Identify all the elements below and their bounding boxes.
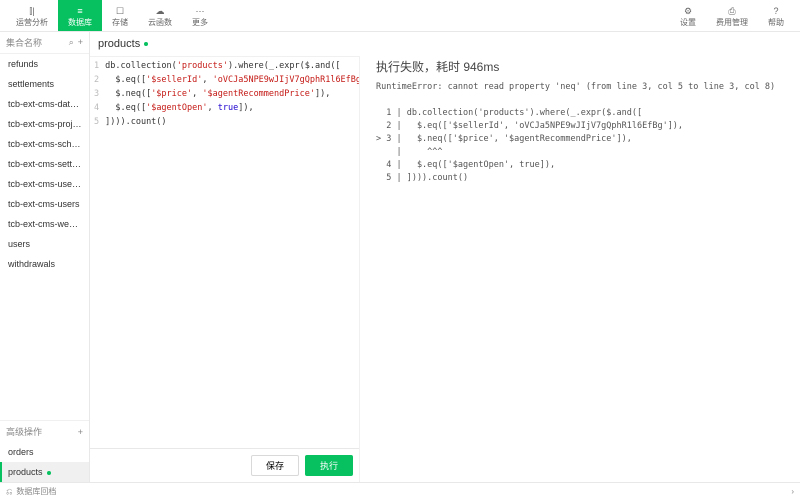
restore-icon[interactable]: ⎌ <box>6 487 12 497</box>
chevron-right-icon[interactable]: › <box>791 487 794 496</box>
tool-db[interactable]: ≡数据库 <box>58 0 102 31</box>
tool-billing[interactable]: ⎙费用管理 <box>706 0 758 31</box>
help-icon: ? <box>769 4 783 18</box>
sidebar-header: 集合名称 ⌕ + <box>0 32 89 54</box>
code-line[interactable]: db.collection('products').where(_.expr($… <box>105 59 359 73</box>
collections-list: refundssettlementstcb-ext-cms-data-...tc… <box>0 54 89 420</box>
advanced-item[interactable]: products <box>0 462 89 482</box>
collection-item[interactable]: users <box>0 234 89 254</box>
fn-icon: ☁ <box>153 4 167 18</box>
tool-label: 云函数 <box>148 19 172 27</box>
collection-item[interactable]: tcb-ext-cms-settings <box>0 154 89 174</box>
tool-label: 更多 <box>192 19 208 27</box>
advanced-list: ordersproducts <box>0 442 89 482</box>
collection-item[interactable]: tcb-ext-cms-schem... <box>0 134 89 154</box>
tool-label: 运营分析 <box>16 19 48 27</box>
code-line[interactable]: $.eq(['$agentOpen', true]), <box>105 101 359 115</box>
code-panel: 12345 db.collection('products').where(_.… <box>90 56 360 482</box>
code-line[interactable]: $.neq(['$price', '$agentRecommendPrice']… <box>105 87 359 101</box>
tool-box[interactable]: ☐存储 <box>102 0 138 31</box>
line-gutter: 12345 <box>90 59 105 446</box>
chart-icon: ⫿| <box>25 4 39 18</box>
collection-item[interactable]: tcb-ext-cms-user-r... <box>0 174 89 194</box>
collection-item[interactable]: withdrawals <box>0 254 89 274</box>
toolbar-left: ⫿|运营分析≡数据库☐存储☁云函数⋯更多 <box>6 0 218 31</box>
advanced-label: 高级操作 <box>6 425 42 438</box>
collection-item[interactable]: tcb-ext-cms-projects <box>0 114 89 134</box>
tool-label: 存储 <box>112 19 128 27</box>
output-body: RuntimeError: cannot read property 'neq'… <box>376 81 792 474</box>
tool-gear[interactable]: ⚙设置 <box>670 0 706 31</box>
advanced-header: 高级操作 + <box>0 420 89 442</box>
editor-title: products <box>98 38 140 50</box>
bottom-label[interactable]: 数据库回档 <box>16 486 56 497</box>
code-lines: db.collection('products').where(_.expr($… <box>105 59 359 446</box>
output-title: 执行失败，耗时 946ms <box>376 56 792 81</box>
collection-item[interactable]: tcb-ext-cms-webho... <box>0 214 89 234</box>
bottom-bar: ⎌ 数据库回档 › <box>0 482 800 500</box>
plus-icon[interactable]: + <box>78 427 83 437</box>
modified-indicator <box>144 42 148 46</box>
editor-tab: products <box>90 32 800 56</box>
toolbar-right: ⚙设置⎙费用管理?帮助 <box>670 0 794 31</box>
tool-label: 设置 <box>680 19 696 27</box>
tool-more[interactable]: ⋯更多 <box>182 0 218 31</box>
plus-icon[interactable]: + <box>78 37 83 48</box>
tool-label: 数据库 <box>68 19 92 27</box>
tool-label: 帮助 <box>768 19 784 27</box>
code-line[interactable]: ]))).count() <box>105 115 359 129</box>
tool-fn[interactable]: ☁云函数 <box>138 0 182 31</box>
tool-help[interactable]: ?帮助 <box>758 0 794 31</box>
tool-chart[interactable]: ⫿|运营分析 <box>6 0 58 31</box>
output-panel: 执行失败，耗时 946ms RuntimeError: cannot read … <box>360 56 800 482</box>
code-editor[interactable]: 12345 db.collection('products').where(_.… <box>90 56 359 448</box>
gear-icon: ⚙ <box>681 4 695 18</box>
db-icon: ≡ <box>73 4 87 18</box>
billing-icon: ⎙ <box>725 4 739 18</box>
collection-item[interactable]: tcb-ext-cms-users <box>0 194 89 214</box>
code-line[interactable]: $.eq(['$sellerId', 'oVCJa5NPE9wJIjV7gQph… <box>105 73 359 87</box>
collection-item[interactable]: refunds <box>0 54 89 74</box>
run-button[interactable]: 执行 <box>305 455 353 476</box>
collection-item[interactable]: tcb-ext-cms-data-... <box>0 94 89 114</box>
search-icon[interactable]: ⌕ <box>69 37 74 48</box>
sidebar: 集合名称 ⌕ + refundssettlementstcb-ext-cms-d… <box>0 32 90 482</box>
collection-item[interactable]: settlements <box>0 74 89 94</box>
toolbar: ⫿|运营分析≡数据库☐存储☁云函数⋯更多 ⚙设置⎙费用管理?帮助 <box>0 0 800 32</box>
sidebar-header-label: 集合名称 <box>6 36 42 49</box>
tool-label: 费用管理 <box>716 19 748 27</box>
more-icon: ⋯ <box>193 4 207 18</box>
modified-indicator <box>47 471 51 475</box>
box-icon: ☐ <box>113 4 127 18</box>
advanced-item[interactable]: orders <box>0 442 89 462</box>
save-button[interactable]: 保存 <box>251 455 299 476</box>
